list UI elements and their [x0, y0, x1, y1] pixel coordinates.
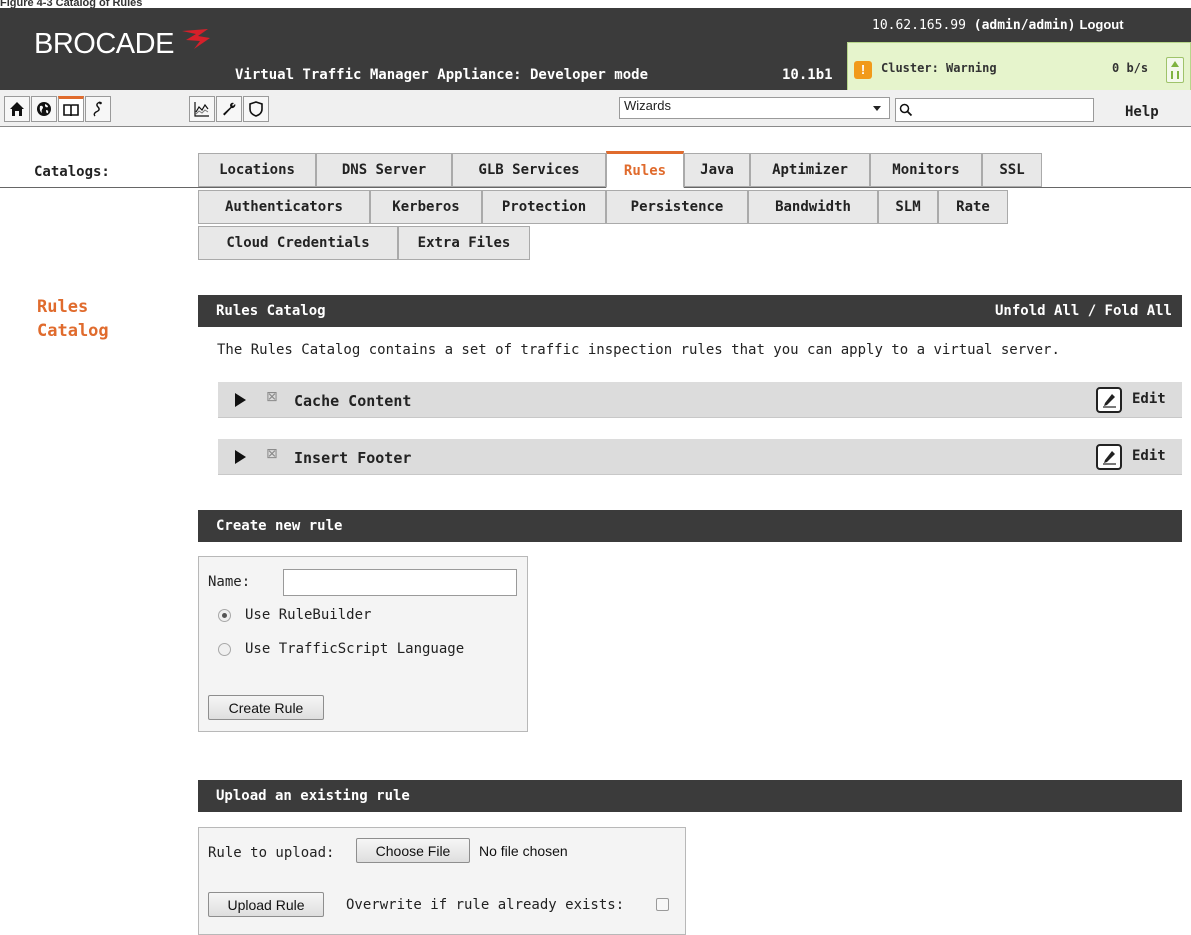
rules-catalog-description: The Rules Catalog contains a set of traf… [217, 342, 1060, 358]
sdk-button[interactable] [85, 96, 111, 122]
create-rule-button[interactable]: Create Rule [208, 695, 324, 720]
create-rule-form: Name: Use RuleBuilder Use TrafficScript … [198, 556, 528, 732]
expand-arrow-icon[interactable] [235, 450, 246, 464]
search-input[interactable] [895, 98, 1094, 122]
tab-ssl[interactable]: SSL [982, 153, 1042, 187]
tab-bandwidth[interactable]: Bandwidth [748, 190, 878, 224]
host-ip: 10.62.165.99 [872, 18, 966, 33]
tab-dns-server[interactable]: DNS Server [316, 153, 452, 187]
edit-link[interactable]: Edit [1132, 448, 1166, 464]
overwrite-checkbox[interactable] [656, 898, 669, 911]
upload-rule-title: Upload an existing rule [216, 788, 410, 804]
tab-aptimizer[interactable]: Aptimizer [750, 153, 870, 187]
edit-pencil-icon[interactable] [1096, 444, 1122, 470]
upload-rule-header: Upload an existing rule [198, 780, 1182, 812]
tab-glb-services[interactable]: GLB Services [452, 153, 606, 187]
home-button[interactable] [4, 96, 30, 122]
upload-rule-button[interactable]: Upload Rule [208, 892, 324, 917]
arrow-up-icon [1171, 61, 1179, 67]
overwrite-label: Overwrite if rule already exists: [346, 897, 625, 913]
trafficscript-radio[interactable] [218, 643, 231, 656]
create-rule-header: Create new rule [198, 510, 1182, 542]
name-label: Name: [208, 574, 251, 590]
system-button[interactable] [216, 96, 242, 122]
page-title-line2: Catalog [37, 321, 109, 341]
create-rule-title: Create new rule [216, 518, 343, 534]
current-user: (admin/admin) [973, 18, 1076, 33]
logout-link[interactable]: Logout [1080, 17, 1124, 32]
traffic-rate: 0 b/s [1112, 61, 1149, 75]
tab-kerberos[interactable]: Kerberos [370, 190, 482, 224]
chevron-down-icon [873, 106, 881, 111]
cluster-status-panel[interactable]: ! Cluster: Warning 0 b/s [847, 42, 1191, 94]
tab-slm[interactable]: SLM [878, 190, 938, 224]
login-info: 10.62.165.99 (admin/admin) Logout [872, 17, 1124, 33]
globe-icon [37, 102, 51, 116]
rule-row-insert-footer[interactable]: ⊠ Insert Footer Edit [218, 439, 1182, 475]
rule-name[interactable]: Insert Footer [294, 449, 411, 467]
rule-row-cache-content[interactable]: ⊠ Cache Content Edit [218, 382, 1182, 418]
page-title-line1: Rules [37, 297, 89, 317]
tab-extra-files[interactable]: Extra Files [398, 226, 530, 260]
delete-x-icon[interactable]: ⊠ [266, 389, 278, 405]
catalogs-label: Catalogs: [34, 164, 110, 180]
wizards-select[interactable]: Wizards [619, 97, 890, 119]
tab-protection[interactable]: Protection [482, 190, 606, 224]
pencil-icon [1103, 451, 1116, 465]
app-header: BROCADE Virtual Traffic Manager Applianc… [0, 8, 1191, 94]
upload-rule-form: Rule to upload: Choose File No file chos… [198, 827, 686, 935]
brocade-logo-mark-icon [182, 29, 210, 49]
tab-rate[interactable]: Rate [938, 190, 1008, 224]
rule-name-input[interactable] [283, 569, 517, 596]
warning-icon: ! [854, 61, 872, 79]
tab-cloud-credentials[interactable]: Cloud Credentials [198, 226, 398, 260]
expand-arrow-icon[interactable] [235, 393, 246, 407]
delete-x-icon[interactable]: ⊠ [266, 446, 278, 462]
edit-link[interactable]: Edit [1132, 391, 1166, 407]
unfold-fold-all-link[interactable]: Unfold All / Fold All [995, 295, 1172, 327]
tab-authenticators[interactable]: Authenticators [198, 190, 370, 224]
rules-catalog-title: Rules Catalog [216, 303, 326, 319]
wizards-selected-value: Wizards [624, 98, 671, 113]
rule-name[interactable]: Cache Content [294, 392, 411, 410]
page-title: Rules Catalog [37, 295, 157, 343]
trafficscript-label[interactable]: Use TrafficScript Language [245, 641, 464, 657]
security-button[interactable] [243, 96, 269, 122]
catalogs-button[interactable] [58, 96, 84, 122]
cluster-status[interactable]: Cluster: Warning [881, 61, 997, 75]
globe-button[interactable] [31, 96, 57, 122]
version-label: 10.1b1 [782, 67, 833, 83]
activity-button[interactable] [189, 96, 215, 122]
tab-java[interactable]: Java [684, 153, 750, 187]
choose-file-button[interactable]: Choose File [356, 838, 470, 863]
book-icon [63, 104, 79, 117]
search-icon [899, 103, 913, 117]
chart-icon [194, 102, 209, 117]
rulebuilder-radio[interactable] [218, 609, 231, 622]
home-icon [10, 102, 24, 116]
file-status: No file chosen [479, 843, 568, 859]
file-label: Rule to upload: [208, 845, 335, 861]
rulebuilder-label[interactable]: Use RuleBuilder [245, 607, 371, 623]
brocade-logo: BROCADE [34, 28, 174, 60]
rules-catalog-header: Rules Catalog Unfold All / Fold All [198, 295, 1182, 327]
tab-persistence[interactable]: Persistence [606, 190, 748, 224]
traffic-toggle-icon[interactable] [1166, 57, 1184, 83]
sdk-icon [93, 101, 102, 117]
main-toolbar: Wizards Help [0, 90, 1191, 127]
edit-pencil-icon[interactable] [1096, 387, 1122, 413]
pause-icon [1171, 71, 1179, 79]
tab-rules[interactable]: Rules [606, 151, 684, 188]
help-link[interactable]: Help [1125, 104, 1159, 120]
app-title: Virtual Traffic Manager Appliance: Devel… [235, 67, 649, 83]
shield-icon [249, 101, 263, 117]
tabs-divider [0, 187, 1191, 188]
tab-monitors[interactable]: Monitors [870, 153, 982, 187]
pencil-icon [1103, 394, 1116, 408]
wrench-icon [223, 102, 236, 116]
figure-caption: Figure 4-3 Catalog of Rules [0, 0, 143, 8]
tab-locations[interactable]: Locations [198, 153, 316, 187]
